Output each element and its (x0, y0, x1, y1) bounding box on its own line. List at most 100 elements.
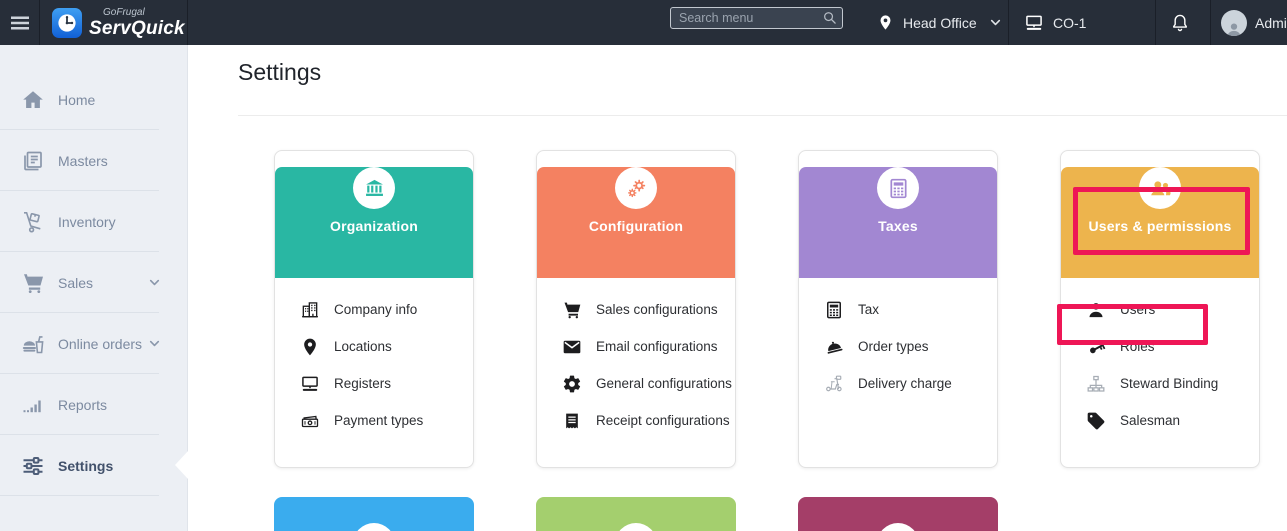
notifications-button[interactable] (1164, 0, 1196, 45)
sidebar-item-label: Reports (58, 396, 108, 413)
masters-icon (21, 149, 45, 173)
online-orders-icon (21, 332, 45, 356)
sidebar-item-settings[interactable]: Settings (0, 435, 187, 496)
card-item-receipt-configurations[interactable]: Receipt configurations (537, 402, 735, 439)
card-item-users[interactable]: Users (1061, 291, 1259, 328)
card-item-email-configurations[interactable]: Email configurations (537, 328, 735, 365)
settings-card-organization: Organization Company info Locations Registe… (274, 150, 474, 468)
settings-cards-row-2 (274, 497, 998, 531)
sidebar-item-masters[interactable]: Masters (0, 130, 187, 191)
cart-icon (21, 271, 45, 295)
register-icon (300, 374, 320, 394)
card-item-steward-binding[interactable]: Steward Binding (1061, 365, 1259, 402)
card-item-label: Tax (858, 302, 880, 317)
brand-name-bottom: ServQuick (89, 17, 185, 39)
card-item-label: Registers (334, 376, 392, 391)
settings-card-taxes: Taxes Tax Order types Delivery charge (798, 150, 998, 468)
card-icon-circle (615, 167, 657, 209)
sidebar-item-inventory[interactable]: Inventory (0, 191, 187, 252)
title-divider (238, 115, 1287, 116)
chevron-down-icon (989, 16, 1002, 29)
sidebar-item-label: Home (58, 91, 96, 108)
profile-name: Admin (1255, 14, 1287, 31)
card-item-payment-types[interactable]: Payment types (275, 402, 473, 439)
settings-card-configuration: Configuration Sales configurations Email c… (536, 150, 736, 468)
reports-icon (21, 393, 45, 417)
card-item-list: Company info Locations Registers Payment ty… (275, 278, 473, 439)
brand-name: GoFrugal ServQuick (89, 6, 185, 39)
card-header-users-permissions[interactable]: Users & permissions (1061, 167, 1259, 278)
sidebar-item-home[interactable]: Home (0, 69, 187, 130)
settings-card-users-permissions: Users & permissions Users Roles Steward Bin… (1060, 150, 1260, 468)
search-input[interactable] (670, 7, 843, 29)
card-item-label: Roles (1120, 339, 1155, 354)
hamburger-icon (8, 11, 32, 35)
calculator-icon (824, 300, 844, 320)
bell-icon (1170, 11, 1190, 34)
card-item-delivery-charge[interactable]: Delivery charge (799, 365, 997, 402)
user-icon (1086, 300, 1106, 320)
card-item-label: Salesman (1120, 413, 1181, 428)
card-header-taxes[interactable]: Taxes (799, 167, 997, 278)
card-title: Organization (330, 218, 418, 234)
sidebar-item-label: Online orders (58, 335, 143, 352)
profile-menu[interactable]: Admin (1221, 0, 1287, 45)
card-header-organization[interactable]: Organization (275, 167, 473, 278)
settings-card-partial[interactable] (798, 497, 998, 531)
card-title: Configuration (588, 218, 684, 234)
sidebar-item-label: Sales (58, 274, 94, 291)
card-item-general-configurations[interactable]: General configurations (537, 365, 735, 402)
card-item-label: Steward Binding (1120, 376, 1219, 391)
company-building-icon (300, 300, 320, 320)
card-item-order-types[interactable]: Order types (799, 328, 997, 365)
sidebar-item-label: Settings (58, 457, 114, 474)
page-title: Settings (238, 59, 322, 85)
settings-card-partial[interactable] (536, 497, 736, 531)
brand-name-top: GoFrugal (103, 6, 145, 18)
card-item-company-info[interactable]: Company info (275, 291, 473, 328)
gear-icon (562, 374, 582, 394)
card-item-tax[interactable]: Tax (799, 291, 997, 328)
card-item-locations[interactable]: Locations (275, 328, 473, 365)
banknotes-icon (300, 411, 320, 431)
card-item-roles[interactable]: Roles (1061, 328, 1259, 365)
brand-clock-icon (52, 7, 82, 38)
card-title: Users & permissions (1088, 218, 1232, 234)
bank-icon (363, 177, 386, 200)
sidebar-item-sales[interactable]: Sales (0, 252, 187, 313)
card-item-label: Payment types (334, 413, 424, 428)
register-selector[interactable]: CO-1 (1024, 0, 1086, 45)
tag-icon (1086, 411, 1106, 431)
card-item-sales-configurations[interactable]: Sales configurations (537, 291, 735, 328)
settings-card-partial[interactable] (274, 497, 474, 531)
chevron-down-icon (148, 276, 161, 289)
brand-logo[interactable]: GoFrugal ServQuick (41, 0, 188, 45)
card-item-label: Delivery charge (858, 376, 952, 391)
register-label: CO-1 (1053, 14, 1087, 31)
hamburger-menu-button[interactable] (0, 0, 40, 45)
location-selector[interactable]: Head Office (877, 0, 1002, 45)
location-label: Head Office (903, 14, 977, 31)
sidebar-item-online-orders[interactable]: Online orders (0, 313, 187, 374)
card-item-registers[interactable]: Registers (275, 365, 473, 402)
card-item-label: Sales configurations (596, 302, 718, 317)
sliders-icon (21, 454, 45, 478)
settings-cards-row-1: Organization Company info Locations Registe… (274, 150, 1260, 468)
sidebar: Home Masters Inventory Sales Online orders Re… (0, 45, 188, 531)
card-title: Taxes (878, 218, 918, 234)
topbar-divider (1008, 0, 1009, 45)
card-icon-circle (615, 523, 657, 531)
calculator-icon (887, 177, 910, 200)
receipt-icon (562, 411, 582, 431)
cloche-icon (824, 337, 844, 357)
topbar-divider (1210, 0, 1211, 45)
person-icon (1225, 20, 1243, 36)
card-item-salesman[interactable]: Salesman (1061, 402, 1259, 439)
mail-icon (562, 337, 582, 357)
pin-icon (300, 337, 320, 357)
main-content: Settings Organization Company info Locatio… (188, 45, 1287, 531)
card-header-configuration[interactable]: Configuration (537, 167, 735, 278)
top-bar: GoFrugal ServQuick Head Office CO-1 A (0, 0, 1287, 45)
card-item-label: Order types (858, 339, 929, 354)
sidebar-item-reports[interactable]: Reports (0, 374, 187, 435)
